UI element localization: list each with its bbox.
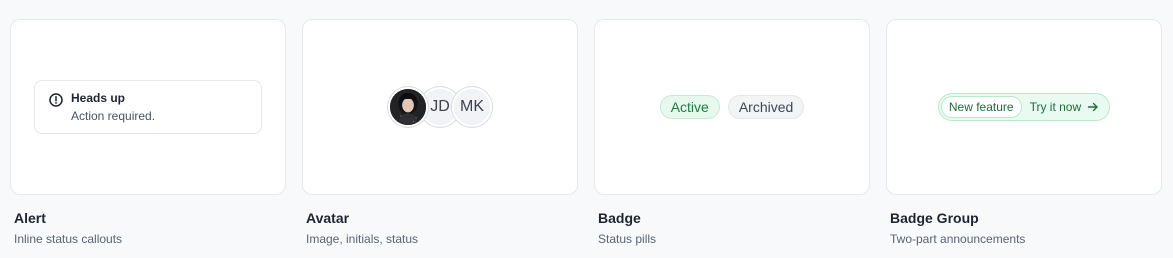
badge-preview-card[interactable]: Active Archived	[594, 19, 870, 195]
portrait-image	[390, 89, 426, 125]
avatar-group: JD MK	[388, 87, 492, 127]
alert-title: Heads up	[71, 91, 126, 105]
avatar-image	[388, 87, 428, 127]
arrow-right-icon	[1087, 102, 1098, 112]
alert-preview-card[interactable]: Heads up Action required.	[10, 19, 286, 195]
status-badge-active: Active	[659, 95, 720, 119]
component-description: Status pills	[598, 232, 657, 246]
component-title[interactable]: Badge Group	[890, 209, 1162, 227]
component-badge: Active Archived Badge Status pills	[594, 19, 870, 247]
component-title[interactable]: Alert	[14, 209, 286, 227]
alert: Heads up Action required.	[34, 80, 262, 134]
component-description: Two-part announcements	[890, 232, 1026, 246]
badge-row: Active Archived	[659, 95, 805, 119]
badge-group-action[interactable]: Try it now	[1022, 100, 1108, 114]
status-badge-archived: Archived	[727, 95, 805, 119]
component-caption: Badge Status pills	[594, 209, 870, 247]
component-caption: Avatar Image, initials, status	[302, 209, 578, 247]
avatar-preview-card[interactable]: JD MK	[302, 19, 578, 195]
component-caption: Badge Group Two-part announcements	[886, 209, 1162, 247]
alert-body: Action required.	[71, 109, 156, 123]
component-title[interactable]: Avatar	[306, 209, 578, 227]
badge-group-action-label: Try it now	[1029, 100, 1082, 114]
component-title[interactable]: Badge	[598, 209, 870, 227]
badge-group-lead: New feature	[940, 96, 1022, 118]
info-circle-icon	[49, 93, 63, 107]
component-description: Image, initials, status	[306, 232, 419, 246]
avatar-initials: MK	[452, 87, 492, 127]
badge-group[interactable]: New feature Try it now	[937, 93, 1111, 121]
badge-group-preview-card[interactable]: New feature Try it now	[886, 19, 1162, 195]
component-badge-group: New feature Try it now Badge Group Two-p…	[886, 19, 1162, 247]
component-alert: Heads up Action required. Alert Inline s…	[10, 19, 286, 247]
component-caption: Alert Inline status callouts	[10, 209, 286, 247]
component-description: Inline status callouts	[14, 232, 123, 246]
component-avatar: JD MK Avatar Image, initials, status	[302, 19, 578, 247]
